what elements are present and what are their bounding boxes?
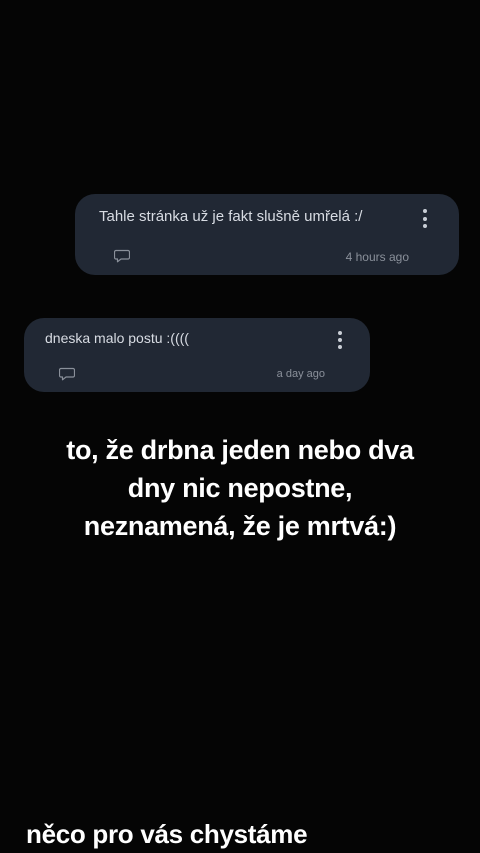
comment-text: Tahle stránka už je fakt slušně umřelá :… [99, 208, 363, 225]
footer-caption: něco pro vás chystáme [26, 819, 308, 849]
caption-line: to, že drbna jeden nebo dva [66, 435, 414, 465]
more-vertical-icon[interactable] [334, 331, 346, 349]
comment-bubble: dneska malo postu :(((( a day ago [24, 318, 370, 392]
comment-timestamp: a day ago [276, 368, 325, 380]
comment-icon[interactable] [59, 367, 75, 381]
comment-icon[interactable] [114, 249, 130, 263]
more-vertical-icon[interactable] [419, 209, 431, 228]
caption-line: dny nic nepostne, [127, 473, 353, 503]
comment-bubble: Tahle stránka už je fakt slušně umřelá :… [75, 194, 459, 275]
comment-timestamp: 4 hours ago [345, 250, 409, 264]
comment-text: dneska malo postu :(((( [45, 330, 189, 346]
overlay-caption: to, že drbna jeden nebo dva dny nic nepo… [0, 431, 480, 545]
caption-line: neznamená, že je mrtvá:) [83, 511, 397, 541]
